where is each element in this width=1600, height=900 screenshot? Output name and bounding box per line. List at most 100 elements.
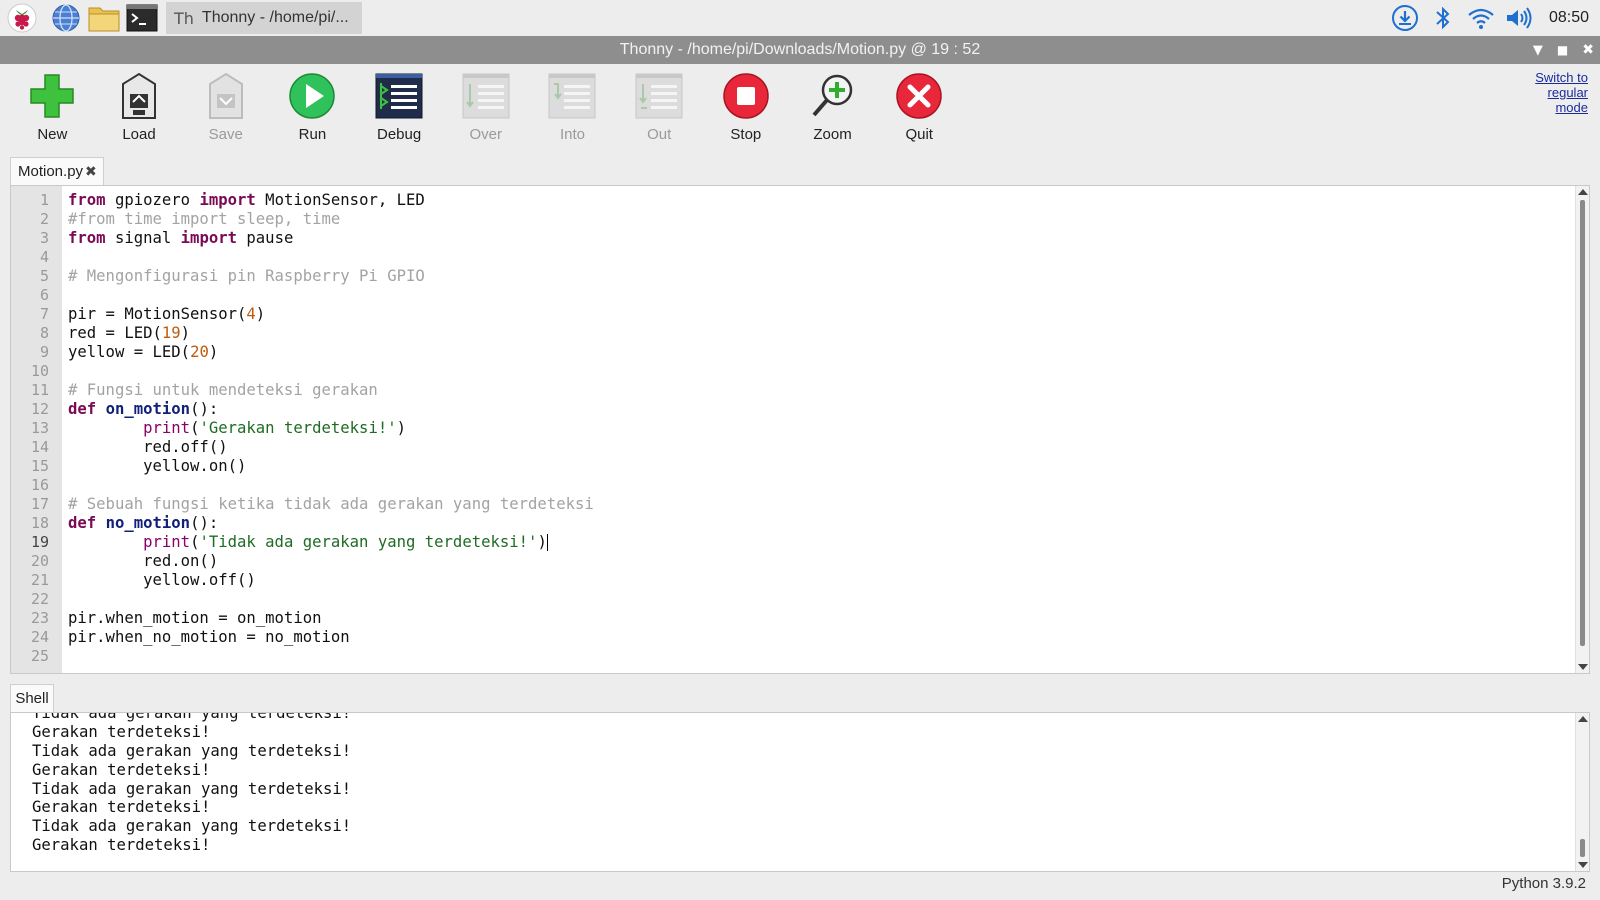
scroll-down-icon[interactable] bbox=[1578, 664, 1588, 670]
raspberry-menu-icon[interactable] bbox=[4, 0, 40, 36]
switch-to-regular-mode-link[interactable]: Switch to regular mode bbox=[1518, 70, 1588, 115]
thonny-app-icon: Th bbox=[174, 8, 194, 28]
download-icon[interactable] bbox=[1386, 0, 1424, 36]
scroll-up-icon[interactable] bbox=[1578, 189, 1588, 195]
step-out-label: Out bbox=[647, 126, 672, 143]
code-token: def bbox=[68, 514, 97, 533]
quit-icon bbox=[893, 70, 945, 122]
quit-label: Quit bbox=[905, 126, 933, 143]
line-number: 21 bbox=[30, 571, 49, 590]
code-token: ) bbox=[255, 305, 266, 324]
code-token: red.off() bbox=[68, 438, 228, 457]
line-number: 6 bbox=[39, 286, 49, 305]
code-line: from gpiozero import MotionSensor, LED bbox=[68, 191, 594, 210]
code-token: from bbox=[68, 229, 106, 248]
run-label: Run bbox=[298, 126, 327, 143]
volume-icon[interactable] bbox=[1500, 0, 1538, 36]
step-out-button[interactable]: Out bbox=[616, 64, 703, 154]
shell-output-line: Gerakan terdeteksi! bbox=[32, 798, 211, 817]
window-titlebar[interactable]: Thonny - /home/pi/Downloads/Motion.py @ … bbox=[0, 36, 1600, 64]
shell-output-line: Tidak ada gerakan yang terdeteksi! bbox=[32, 817, 352, 836]
code-token: from bbox=[68, 191, 106, 209]
maximize-icon[interactable]: ■ bbox=[1557, 43, 1568, 57]
code-token: ) bbox=[180, 324, 191, 343]
code-editor[interactable]: 1 2 3 4 5 6 7 8 9 10 11 12 13 14 15 16 17 18 19 20 21 22 23 24 2… bbox=[10, 185, 1590, 674]
code-token: # Sebuah fungsi ketika tidak ada gerakan… bbox=[68, 495, 594, 514]
line-number: 17 bbox=[30, 495, 49, 514]
zoom-button[interactable]: Zoom bbox=[789, 64, 876, 154]
code-token: pir = MotionSensor( bbox=[68, 305, 247, 324]
code-token: gpiozero bbox=[105, 191, 200, 209]
code-token: red.on() bbox=[68, 552, 219, 571]
code-token: on_motion bbox=[105, 400, 191, 419]
code-token: yellow = LED( bbox=[68, 343, 191, 362]
stop-button[interactable]: Stop bbox=[703, 64, 790, 154]
minimize-icon[interactable]: ▼ bbox=[1533, 43, 1543, 58]
debug-button[interactable]: Debug bbox=[356, 64, 443, 154]
close-tab-icon[interactable]: ✖ bbox=[85, 164, 97, 180]
quit-button[interactable]: Quit bbox=[876, 64, 963, 154]
web-browser-icon[interactable] bbox=[48, 0, 84, 36]
step-into-button[interactable]: Into bbox=[529, 64, 616, 154]
stop-icon bbox=[720, 70, 772, 122]
line-number: 24 bbox=[30, 628, 49, 647]
new-button[interactable]: New bbox=[9, 64, 96, 154]
shell-tab[interactable]: Shell bbox=[10, 684, 54, 712]
clock[interactable]: 08:50 bbox=[1538, 9, 1600, 27]
code-token: 'Gerakan terdeteksi!' bbox=[199, 419, 397, 438]
line-number: 11 bbox=[30, 381, 49, 400]
line-number: 9 bbox=[39, 343, 49, 362]
wifi-icon[interactable] bbox=[1462, 0, 1500, 36]
toolbar: New Load Save Run Debug Over Into Out St… bbox=[0, 64, 1600, 154]
close-icon[interactable]: ✖ bbox=[1582, 42, 1594, 58]
terminal-icon[interactable] bbox=[124, 0, 160, 36]
code-token: # Fungsi untuk mendeteksi gerakan bbox=[68, 381, 378, 400]
code-token: ) bbox=[537, 533, 547, 552]
shell-scroll-thumb[interactable] bbox=[1580, 839, 1585, 857]
code-token: 19 bbox=[161, 324, 181, 343]
run-button[interactable]: Run bbox=[269, 64, 356, 154]
shell-scroll-up-icon[interactable] bbox=[1578, 716, 1588, 722]
step-into-label: Into bbox=[559, 126, 585, 143]
code-token: signal bbox=[105, 229, 181, 248]
load-button[interactable]: Load bbox=[96, 64, 183, 154]
code-area[interactable]: from gpiozero import MotionSensor, LED #f… bbox=[68, 191, 594, 666]
save-button[interactable]: Save bbox=[182, 64, 269, 154]
code-line: yellow.on() bbox=[68, 457, 594, 476]
code-line: red.on() bbox=[68, 552, 594, 571]
line-number: 7 bbox=[39, 305, 49, 324]
debug-label: Debug bbox=[376, 126, 422, 143]
editor-tab-motion-py[interactable]: Motion.py ✖ bbox=[10, 157, 104, 185]
shell-output-line: Gerakan terdeteksi! bbox=[32, 760, 211, 779]
interpreter-status[interactable]: Python 3.9.2 bbox=[1502, 875, 1586, 892]
taskbar-thonny-window[interactable]: Th Thonny - /home/pi/... bbox=[166, 2, 362, 34]
code-token: no_motion bbox=[105, 514, 191, 533]
mode-switch-line-3: mode bbox=[1555, 100, 1588, 115]
editor-vertical-scrollbar[interactable] bbox=[1575, 186, 1589, 673]
code-line: red.off() bbox=[68, 438, 594, 457]
code-line: def on_motion(): bbox=[68, 400, 594, 419]
step-over-button[interactable]: Over bbox=[442, 64, 529, 154]
code-line: from signal import pause bbox=[68, 229, 594, 248]
mode-switch-line-2: regular bbox=[1547, 85, 1588, 100]
file-manager-icon[interactable] bbox=[86, 0, 122, 36]
shell-output-line: Tidak ada gerakan yang terdeteksi! bbox=[32, 712, 352, 722]
line-number: 16 bbox=[30, 476, 49, 495]
bluetooth-icon[interactable] bbox=[1424, 0, 1462, 36]
code-line: red = LED(19) bbox=[68, 324, 594, 343]
editor-scroll-thumb[interactable] bbox=[1580, 200, 1585, 646]
step-out-icon bbox=[633, 70, 685, 122]
code-line: yellow = LED(20) bbox=[68, 343, 594, 362]
shell-scroll-down-icon[interactable] bbox=[1578, 862, 1588, 868]
code-line: pir.when_motion = on_motion bbox=[68, 609, 594, 628]
code-line: def no_motion(): bbox=[68, 514, 594, 533]
code-token: import bbox=[180, 229, 238, 248]
shell-vertical-scrollbar[interactable] bbox=[1575, 713, 1589, 871]
shell-console[interactable]: Tidak ada gerakan yang terdeteksi! Geraka… bbox=[10, 712, 1590, 872]
